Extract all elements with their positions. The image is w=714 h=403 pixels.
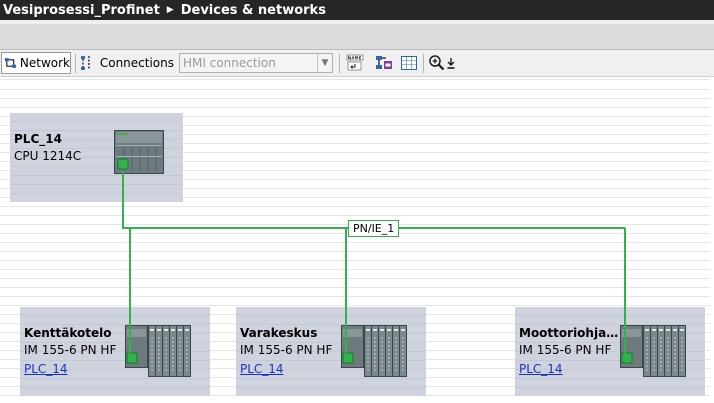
io-module-icon bbox=[341, 325, 407, 377]
device-type: CPU 1214C bbox=[14, 149, 82, 163]
device-type: IM 155-6 PN HF bbox=[519, 343, 612, 357]
network-view-label: Network bbox=[19, 56, 70, 70]
zoom-dropdown-icon[interactable] bbox=[445, 54, 457, 72]
table-view-icon[interactable] bbox=[400, 54, 418, 72]
device-name: PLC_14 bbox=[14, 132, 62, 146]
device-name: Varakeskus bbox=[240, 326, 318, 340]
device-type: IM 155-6 PN HF bbox=[24, 343, 117, 357]
device-name: Moottoriohjau… bbox=[519, 326, 619, 340]
device-type: IM 155-6 PN HF bbox=[240, 343, 333, 357]
network-view-button[interactable]: Network bbox=[1, 52, 71, 74]
view-tab-strip bbox=[0, 24, 714, 50]
assigned-controller-link[interactable]: PLC_14 bbox=[240, 362, 284, 376]
assign-name-icon[interactable] bbox=[346, 54, 364, 72]
plc-module-icon bbox=[114, 130, 164, 174]
toolbar-separator bbox=[339, 54, 340, 73]
breadcrumb-arrow-icon: ▶ bbox=[166, 5, 174, 15]
device-io-moottoriohjaus[interactable]: Moottoriohjau… IM 155-6 PN HF PLC_14 bbox=[515, 307, 705, 396]
device-io-kenttakotelo[interactable]: Kenttäkotelo IM 155-6 PN HF PLC_14 bbox=[20, 307, 210, 396]
network-icon bbox=[4, 58, 17, 68]
device-plc[interactable]: PLC_14 CPU 1214C bbox=[10, 113, 183, 202]
zoom-in-icon[interactable] bbox=[428, 54, 446, 72]
view-name: Devices & networks bbox=[180, 2, 326, 18]
editor-toolbar: Network Connections HMI connection ▼ bbox=[0, 50, 714, 77]
io-module-icon bbox=[620, 325, 686, 377]
connections-label: Connections bbox=[99, 56, 174, 70]
title-bar: Vesiprosessi_Profinet ▶ Devices & networ… bbox=[0, 0, 714, 20]
network-canvas[interactable]: PLC_14 CPU 1214C Kenttäkotelo IM 155-6 P… bbox=[0, 78, 714, 403]
assigned-controller-link[interactable]: PLC_14 bbox=[519, 362, 563, 376]
connections-icon bbox=[80, 56, 90, 70]
assigned-controller-link[interactable]: PLC_14 bbox=[24, 362, 68, 376]
project-name: Vesiprosessi_Profinet bbox=[3, 2, 160, 18]
connection-type-value: HMI connection bbox=[183, 56, 276, 70]
canvas-edge bbox=[710, 78, 714, 403]
device-name: Kenttäkotelo bbox=[24, 326, 112, 340]
device-io-varakeskus[interactable]: Varakeskus IM 155-6 PN HF PLC_14 bbox=[236, 307, 426, 396]
io-module-icon bbox=[125, 325, 191, 377]
dropdown-arrow-icon[interactable]: ▼ bbox=[317, 54, 332, 72]
connections-button[interactable]: Connections bbox=[78, 52, 174, 74]
toolbar-separator bbox=[75, 54, 76, 73]
toolbar-separator bbox=[423, 54, 424, 73]
subnet-label[interactable]: PN/IE_1 bbox=[348, 220, 400, 237]
show-address-icon[interactable] bbox=[375, 54, 393, 72]
connection-type-select[interactable]: HMI connection ▼ bbox=[179, 53, 333, 73]
